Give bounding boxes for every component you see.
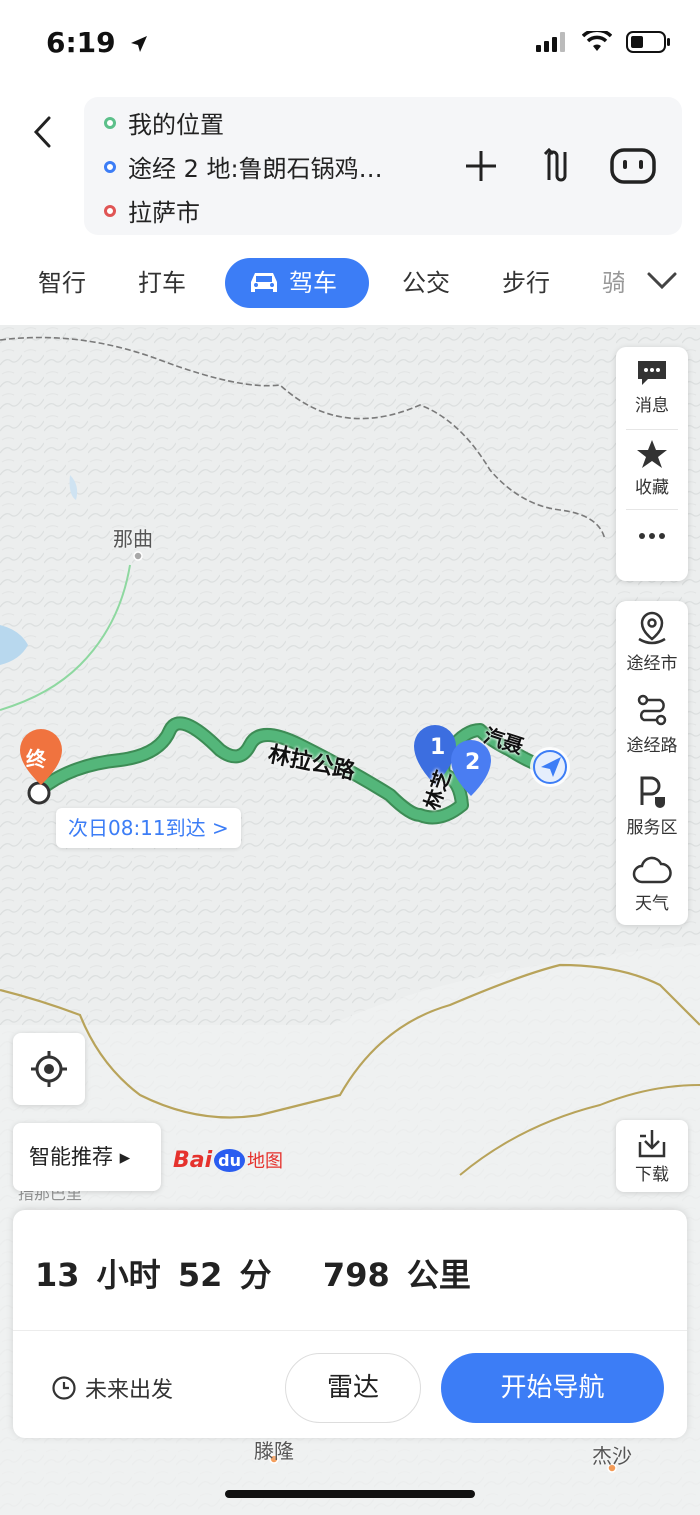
battery-icon: [626, 31, 670, 53]
logo-bai: Bai: [173, 1147, 213, 1173]
mode-tabs: 智行 打车 驾车 公交 步行 骑: [0, 252, 700, 316]
origin-label: 我的位置: [128, 111, 224, 139]
wifi-icon: [582, 31, 612, 51]
star-icon: [637, 440, 667, 468]
logo-map: 地图: [247, 1151, 283, 1172]
divider: [626, 509, 678, 510]
home-indicator[interactable]: [225, 1490, 475, 1498]
end-pin-label: 终: [26, 747, 46, 771]
logo-du: du: [214, 1148, 245, 1172]
depart-later-label: 未来出发: [85, 1378, 174, 1403]
add-stop-button[interactable]: [458, 143, 504, 189]
waypoints-label: 途经 2 地:鲁朗石锅鸡…: [128, 155, 383, 183]
download-button[interactable]: 下载: [616, 1120, 688, 1192]
duration-text: 13 小时 52 分: [35, 1256, 272, 1294]
city-bottom-1: 滕隆: [254, 1439, 294, 1463]
add-icon: [466, 151, 496, 181]
baidu-map-logo: Bai du 地图: [173, 1147, 283, 1173]
radar-button[interactable]: 雷达: [285, 1353, 421, 1423]
via-cities-label: 途经市: [626, 654, 678, 674]
stop-origin[interactable]: 我的位置: [104, 105, 224, 140]
signal-icon: [536, 32, 565, 52]
more-tools-button[interactable]: [616, 531, 688, 545]
route-summary[interactable]: 13 小时 52 分 798 公里: [35, 1250, 471, 1296]
assistant-button[interactable]: [610, 143, 656, 189]
destination-dot-icon: [104, 204, 116, 217]
city-naqu: 那曲: [113, 527, 153, 551]
stop-waypoints[interactable]: 途经 2 地:鲁朗石锅鸡…: [104, 149, 383, 184]
chevron-down-icon: [647, 272, 677, 290]
crosshair-icon: [31, 1051, 67, 1087]
side-panel-route-tools: 途经市 途经路 服务区 天气: [616, 601, 688, 925]
start-navigation-button[interactable]: 开始导航: [441, 1353, 664, 1423]
service-area-button[interactable]: 服务区: [616, 775, 688, 838]
service-area-label: 服务区: [626, 818, 678, 838]
waypoint-2-label: 2: [465, 750, 481, 775]
via-roads-button[interactable]: 途经路: [616, 693, 688, 756]
tab-bus[interactable]: 公交: [402, 258, 450, 308]
messages-button[interactable]: 消息: [616, 359, 688, 416]
location-pin-icon: [638, 611, 666, 645]
tab-drive[interactable]: 驾车: [225, 258, 369, 308]
back-icon: [33, 116, 51, 148]
arrival-time-label[interactable]: 次日08:11到达 >: [56, 808, 241, 848]
divider: [626, 429, 678, 430]
weather-button[interactable]: 天气: [616, 855, 688, 914]
message-icon: [638, 361, 666, 385]
download-icon: [638, 1130, 666, 1158]
favorites-label: 收藏: [635, 478, 669, 498]
route-card[interactable]: 我的位置 途经 2 地:鲁朗石锅鸡… 拉萨市: [84, 97, 682, 235]
via-cities-button[interactable]: 途经市: [616, 611, 688, 674]
messages-label: 消息: [635, 396, 669, 416]
waypoint-dot-icon: [104, 160, 116, 173]
distance-text: 798 公里: [322, 1256, 471, 1294]
back-button[interactable]: [22, 110, 62, 154]
tab-ride[interactable]: 骑: [602, 258, 624, 308]
route-summary-sheet: 13 小时 52 分 798 公里 未来出发 雷达 开始导航: [13, 1210, 687, 1438]
time-text: 6:19: [46, 26, 116, 59]
waypoint-1-label: 1: [430, 735, 446, 760]
status-bar: 6:19: [0, 0, 700, 88]
tab-taxi[interactable]: 打车: [138, 258, 186, 308]
clock-icon: [52, 1376, 76, 1400]
locate-button[interactable]: [13, 1033, 85, 1105]
swap-button[interactable]: [534, 143, 580, 189]
tab-smart[interactable]: 智行: [38, 258, 86, 308]
location-arrow-icon: [131, 36, 148, 52]
side-panel-top: 消息 收藏: [616, 347, 688, 581]
parking-icon: [640, 776, 665, 808]
favorites-button[interactable]: 收藏: [616, 439, 688, 498]
tab-walk[interactable]: 步行: [502, 258, 550, 308]
destination-label: 拉萨市: [128, 199, 200, 227]
face-icon: [610, 148, 656, 184]
car-icon: [251, 273, 277, 292]
city-bottom-2: 杰沙: [592, 1444, 632, 1468]
smart-recommend-button[interactable]: 智能推荐 ▸: [13, 1123, 161, 1191]
weather-label: 天气: [635, 894, 669, 914]
depart-later-button[interactable]: 未来出发: [51, 1372, 173, 1404]
status-icons: [536, 30, 672, 54]
divider: [13, 1330, 687, 1331]
swap-icon: [543, 148, 567, 182]
status-time: 6:19: [46, 26, 149, 59]
tab-drive-label: 驾车: [289, 269, 337, 297]
download-label: 下载: [635, 1165, 669, 1185]
via-roads-label: 途经路: [626, 736, 678, 756]
origin-dot-icon: [104, 116, 116, 129]
more-modes-button[interactable]: [646, 268, 678, 298]
route-icon: [637, 694, 667, 726]
more-icon: [639, 533, 665, 539]
cloud-icon: [632, 856, 672, 884]
stop-destination[interactable]: 拉萨市: [104, 193, 200, 228]
